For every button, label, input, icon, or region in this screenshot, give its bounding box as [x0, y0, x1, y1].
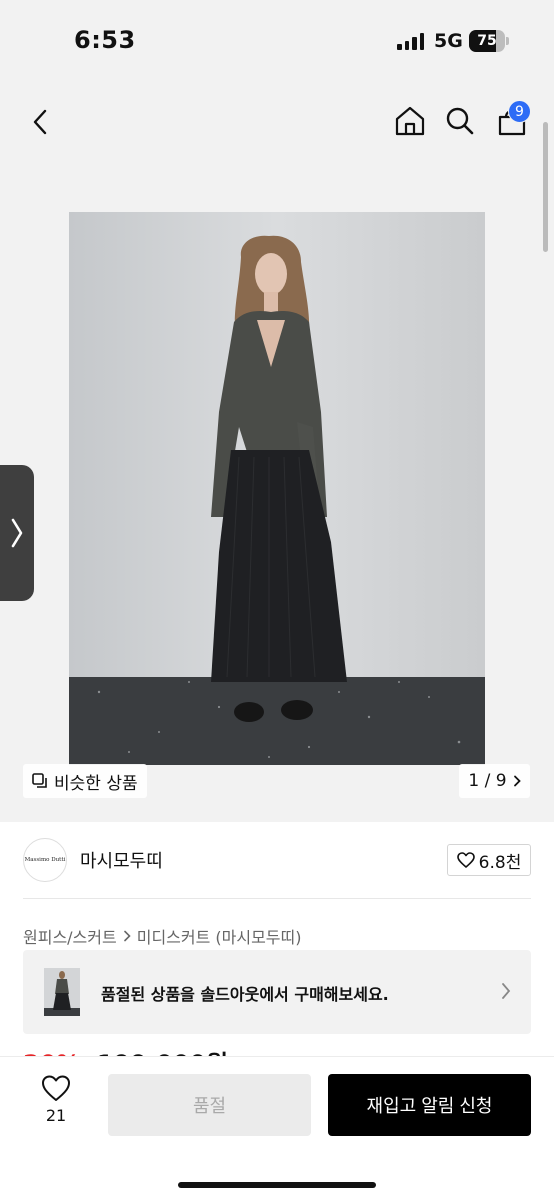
soldout-message: 품절된 상품을 솔드아웃에서 구매해보세요. — [101, 985, 389, 1004]
breadcrumb: 원피스/스커트 미디스커트 (마시모두띠) — [23, 924, 302, 948]
battery-level: 75 — [477, 33, 497, 49]
cart-badge: 9 — [508, 100, 531, 123]
search-button[interactable] — [442, 102, 478, 140]
divider — [23, 898, 531, 899]
network-label: 5G — [434, 30, 463, 52]
chevron-right-icon — [123, 930, 131, 942]
brand-logo[interactable]: Massimo Dutti — [23, 838, 67, 882]
brand-like-button[interactable]: 6.8천 — [447, 844, 531, 876]
chevron-right-icon — [11, 518, 23, 548]
back-button[interactable] — [22, 104, 58, 140]
home-icon — [395, 106, 425, 136]
brand-row[interactable]: Massimo Dutti 마시모두띠 6.8천 — [0, 836, 554, 884]
side-panel-toggle[interactable] — [0, 465, 34, 601]
image-gallery[interactable]: 9 비슷한 상품 1 / 9 — [0, 84, 554, 822]
back-icon — [33, 109, 47, 135]
product-photo[interactable] — [69, 212, 485, 765]
page-indicator: 1 / 9 — [468, 771, 507, 791]
signal-icon — [397, 32, 424, 50]
battery-icon: 75 — [469, 30, 505, 52]
heart-icon — [456, 852, 475, 868]
chevron-right-icon — [502, 983, 511, 999]
similar-label: 비슷한 상품 — [54, 773, 138, 794]
heart-icon — [42, 1075, 70, 1101]
brand-name[interactable]: 마시모두띠 — [80, 847, 163, 873]
soldout-button[interactable]: 품절 — [108, 1074, 311, 1136]
model-image — [69, 212, 485, 765]
restock-alert-button[interactable]: 재입고 알림 신청 — [328, 1074, 531, 1136]
similar-products-button[interactable]: 비슷한 상품 — [23, 764, 147, 798]
home-indicator — [178, 1182, 376, 1188]
scrollbar[interactable] — [543, 122, 548, 252]
breadcrumb-category[interactable]: 원피스/스커트 — [23, 924, 117, 948]
battery-nub — [506, 37, 509, 45]
wish-button[interactable]: 21 — [36, 1075, 76, 1135]
soldout-banner[interactable]: 품절된 상품을 솔드아웃에서 구매해보세요. — [23, 950, 531, 1034]
search-icon — [446, 107, 474, 135]
brand-like-count: 6.8천 — [478, 852, 522, 873]
status-bar: 6:53 5G 75 — [0, 0, 554, 84]
home-button[interactable] — [392, 102, 428, 140]
chevron-right-icon — [513, 775, 521, 787]
status-time: 6:53 — [74, 26, 136, 54]
similar-icon — [32, 773, 47, 788]
breadcrumb-subcategory[interactable]: 미디스커트 (마시모두띠) — [137, 924, 302, 948]
image-pager[interactable]: 1 / 9 — [459, 764, 530, 798]
bottom-action-bar: 21 품절 재입고 알림 신청 — [0, 1056, 554, 1200]
soldout-thumbnail — [44, 968, 80, 1016]
product-screen: 6:53 5G 75 9 비슷한 상품 1 / 9 Massimo Dutti … — [0, 0, 554, 1200]
wish-count: 21 — [45, 1106, 67, 1125]
